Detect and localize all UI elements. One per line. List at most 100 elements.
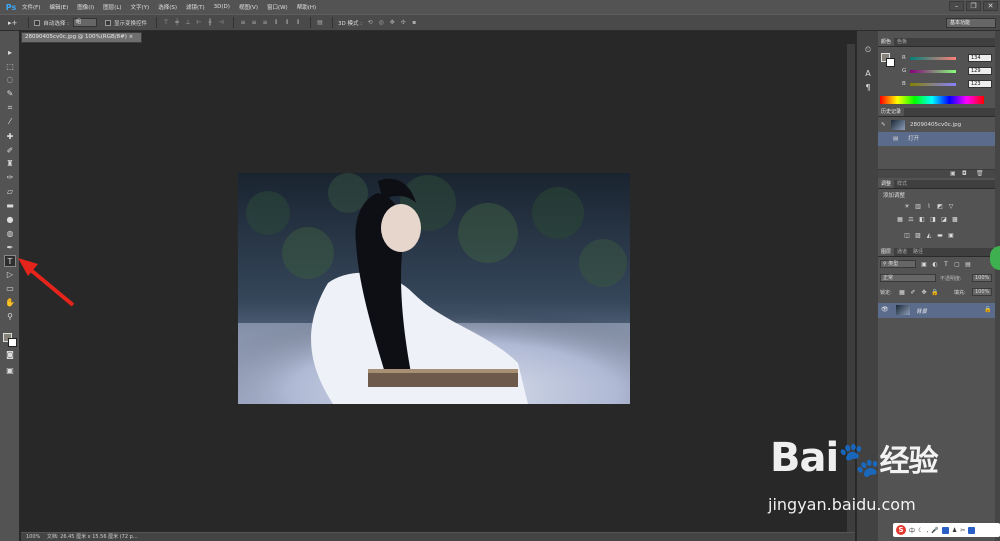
tab-swatches[interactable]: 色板 [894, 38, 910, 46]
sogou-logo-icon[interactable]: S [896, 525, 906, 535]
curves-icon[interactable]: ⌇ [925, 203, 933, 210]
red-slider[interactable] [910, 56, 956, 60]
tab-channels[interactable]: 通道 [894, 248, 910, 256]
channel-mixer-icon[interactable]: ◪ [940, 216, 948, 223]
quick-mask-icon[interactable]: ◙ [4, 349, 16, 361]
adjust-filter-icon[interactable]: ◐ [931, 261, 939, 268]
align-right-icon[interactable]: ⊣ [217, 19, 225, 27]
selective-color-icon[interactable]: ▣ [947, 232, 955, 239]
lock-all-icon[interactable]: 🔒 [931, 289, 939, 296]
screen-mode-icon[interactable]: ▣ [4, 365, 16, 377]
mic-icon[interactable]: 🎤 [931, 527, 938, 534]
align-bottom-icon[interactable]: ⊥ [184, 19, 192, 27]
opacity-field[interactable]: 100% [972, 274, 992, 282]
distribute-hcenter-icon[interactable]: ⦀ [283, 19, 291, 27]
hue-sat-icon[interactable]: ▦ [896, 216, 904, 223]
layer-filter-dropdown[interactable]: ⚲ 类型 [880, 260, 916, 268]
zoom-level[interactable]: 100% [26, 534, 40, 540]
background-color-swatch[interactable] [8, 338, 17, 347]
menu-view[interactable]: 视图(V) [239, 3, 258, 11]
skin-icon[interactable]: ✂ [960, 527, 965, 534]
history-dock-icon[interactable]: ⏲ [863, 45, 873, 55]
blue-value[interactable]: 123 [968, 80, 992, 88]
distribute-right-icon[interactable]: ⦀ [294, 19, 302, 27]
green-slider[interactable] [910, 69, 956, 73]
bw-icon[interactable]: ◧ [918, 216, 926, 223]
menu-type[interactable]: 文字(Y) [131, 3, 150, 11]
menu-help[interactable]: 帮助(H) [297, 3, 316, 11]
gradient-map-icon[interactable]: ▬ [936, 232, 944, 239]
shape-filter-icon[interactable]: ▢ [953, 261, 961, 268]
distribute-vcenter-icon[interactable]: ≡ [250, 19, 258, 27]
bg-color-chip[interactable] [886, 58, 895, 67]
slide-3d-icon[interactable]: ✣ [399, 19, 407, 27]
document-info[interactable]: 文档: 26.45 厘米 x 15.56 厘米 (72 p... [47, 534, 138, 540]
align-hcenter-icon[interactable]: ╫ [206, 19, 214, 27]
document-photo[interactable] [238, 173, 630, 404]
scale-3d-icon[interactable]: ▪ [410, 19, 418, 27]
type-filter-icon[interactable]: T [942, 261, 950, 268]
distribute-bottom-icon[interactable]: ≡ [261, 19, 269, 27]
exposure-icon[interactable]: ◩ [936, 203, 944, 210]
menu-select[interactable]: 选择(S) [158, 3, 177, 11]
align-left-icon[interactable]: ⊢ [195, 19, 203, 27]
lock-transparency-icon[interactable]: ▦ [898, 289, 906, 296]
align-vcenter-icon[interactable]: ╪ [173, 19, 181, 27]
camera-snapshot-icon[interactable]: ◘ [962, 170, 967, 177]
pixel-filter-icon[interactable]: ▣ [920, 261, 928, 268]
blend-mode-dropdown[interactable]: 正常 [880, 274, 936, 282]
history-snapshot[interactable]: ✎ 28090405cv0c.jpg [878, 118, 995, 132]
brightness-icon[interactable]: ☀ [903, 203, 911, 210]
lock-pixels-icon[interactable]: ✐ [909, 289, 917, 296]
tab-history[interactable]: 历史记录 [878, 108, 905, 116]
distribute-left-icon[interactable]: ⦀ [272, 19, 280, 27]
photo-filter-icon[interactable]: ◨ [929, 216, 937, 223]
tab-color[interactable]: 颜色 [878, 38, 895, 46]
threshold-icon[interactable]: ◭ [925, 232, 933, 239]
rotate-3d-icon[interactable]: ⟲ [366, 19, 374, 27]
visibility-eye-icon[interactable]: 👁 [881, 306, 889, 313]
distribute-top-icon[interactable]: ≡ [239, 19, 247, 27]
workspace-switcher[interactable]: 基本功能 [946, 18, 996, 28]
fill-field[interactable]: 100% [972, 288, 992, 296]
punctuation-icon[interactable]: , [926, 527, 928, 534]
ime-mode[interactable]: 中 [909, 526, 915, 535]
color-balance-icon[interactable]: ⚖ [907, 216, 915, 223]
lock-position-icon[interactable]: ✥ [920, 289, 928, 296]
color-spectrum[interactable] [880, 96, 984, 104]
invert-icon[interactable]: ◫ [903, 232, 911, 239]
color-lookup-icon[interactable]: ▩ [951, 216, 959, 223]
paragraph-dock-icon[interactable]: ¶ [863, 83, 873, 93]
moon-icon[interactable]: ☾ [918, 527, 923, 534]
green-value[interactable]: 129 [968, 67, 992, 75]
smart-filter-icon[interactable]: ▤ [964, 261, 972, 268]
tab-adjustments[interactable]: 调整 [878, 180, 895, 188]
tab-styles[interactable]: 样式 [894, 180, 910, 188]
auto-align-icon[interactable]: ▤ [316, 19, 324, 27]
posterize-icon[interactable]: ▨ [914, 232, 922, 239]
history-step-open[interactable]: ▤ 打开 [878, 132, 995, 146]
minimize-icon[interactable]: – [949, 1, 964, 11]
close-icon[interactable]: ✕ [983, 1, 998, 11]
new-document-icon[interactable]: ▣ [950, 170, 956, 177]
tab-paths[interactable]: 路径 [910, 248, 926, 256]
restore-icon[interactable]: ❐ [966, 1, 981, 11]
close-tab-icon[interactable]: × [129, 34, 134, 40]
red-value[interactable]: 134 [968, 54, 992, 62]
side-float-badge[interactable] [990, 246, 1000, 270]
vibrance-icon[interactable]: ▽ [947, 203, 955, 210]
toolbox-icon[interactable] [968, 526, 976, 534]
panels-scrollbar[interactable] [995, 31, 1000, 541]
menu-3d[interactable]: 3D(D) [214, 4, 230, 10]
history-brush-source-icon[interactable]: ✎ [881, 118, 886, 132]
user-icon[interactable]: ♟ [952, 527, 957, 534]
menu-window[interactable]: 窗口(W) [267, 3, 288, 11]
drag-3d-icon[interactable]: ✥ [388, 19, 396, 27]
trash-icon[interactable]: 🗑 [976, 170, 984, 177]
tab-layers[interactable]: 图层 [878, 248, 895, 256]
roll-3d-icon[interactable]: ◎ [377, 19, 385, 27]
blue-slider[interactable] [910, 82, 956, 86]
character-dock-icon[interactable]: A [863, 69, 873, 79]
align-top-icon[interactable]: ⊤ [162, 19, 170, 27]
keyboard-icon[interactable] [941, 526, 949, 534]
